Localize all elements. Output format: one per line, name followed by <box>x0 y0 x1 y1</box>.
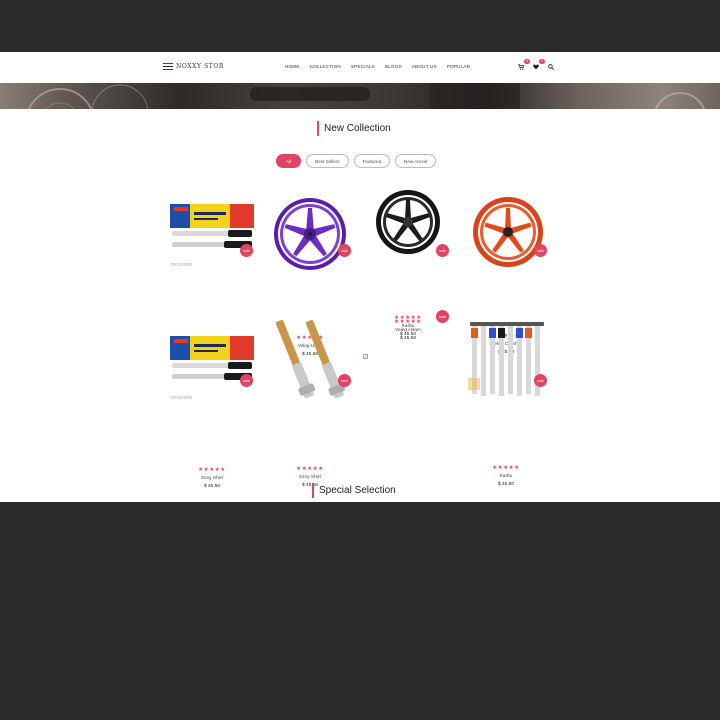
main-menu: HOME COLLECTION SPECIALS BLOGS ABOUT US … <box>285 64 470 69</box>
hero-banner <box>0 83 720 109</box>
collection-filter-tabs: All Best Sellers Featured New Arrival <box>276 154 437 168</box>
flag-stripe <box>163 68 173 71</box>
product-image-black-wheel <box>376 190 440 254</box>
filter-featured[interactable]: Featured <box>353 154 391 168</box>
product-name[interactable]: Karbu <box>360 324 456 330</box>
product-image-front-fork-box: monotaro <box>170 204 254 268</box>
thailand-flag-icon <box>163 63 173 71</box>
heading-accent-bar <box>312 483 314 498</box>
sale-badge: sale <box>240 244 253 257</box>
product-image-orange-wheel <box>473 197 543 267</box>
nav-home[interactable]: HOME <box>285 64 300 69</box>
product-image-gold-fork-pair <box>275 320 346 399</box>
rating-stars: ★★★★★ <box>492 465 520 471</box>
search-icon <box>548 63 554 70</box>
page-content: NOXXY STOR HOME COLLECTION SPECIALS BLOG… <box>0 52 720 502</box>
new-collection-heading: New Collection <box>317 121 391 136</box>
product-price: $ 45.50 <box>203 484 220 489</box>
brand-name: NOXXY STOR <box>176 63 225 70</box>
sale-badge: sale <box>240 374 253 387</box>
cart-count-badge: 0 <box>524 59 530 64</box>
heading-accent-bar <box>317 121 319 136</box>
rating-stars: ★★★★★ <box>296 466 324 472</box>
sale-badge: sale <box>534 374 547 387</box>
new-collection-title: New Collection <box>324 123 391 134</box>
special-selection-heading: Special Selection <box>312 483 396 498</box>
nav-popular[interactable]: POPULAR <box>447 64 470 69</box>
search-button[interactable] <box>547 62 555 71</box>
monotaro-watermark: monotaro <box>171 262 192 268</box>
product-name[interactable]: Grey Shirt <box>164 476 260 482</box>
product-meta: ★★★★★ Grey Shirt $ 45.50 <box>164 467 260 490</box>
sale-badge: sale <box>338 374 351 387</box>
product-price: $ 45.50 <box>399 332 416 337</box>
sale-badge: sale <box>436 244 449 257</box>
product-image-purple-wheel <box>274 198 346 270</box>
nav-collection[interactable]: COLLECTION <box>310 64 341 69</box>
nav-blogs[interactable]: BLOGS <box>385 64 402 69</box>
cart-button[interactable]: 0 <box>517 59 530 71</box>
top-navbar: NOXXY STOR HOME COLLECTION SPECIALS BLOG… <box>0 52 720 83</box>
filter-new-arrival[interactable]: New Arrival <box>395 154 437 168</box>
product-meta: ★★★★★ Karbu $ 45.50 <box>360 315 456 338</box>
monotaro-watermark: monotaro <box>171 395 192 401</box>
hero-motorcycle-image <box>27 83 706 109</box>
nav-specials[interactable]: SPECIALS <box>351 64 375 69</box>
product-meta: ★★★★★ Karbu $ 45.50 <box>458 465 554 488</box>
product-image-front-fork-box: monotaro <box>170 336 254 401</box>
wishlist-button[interactable]: 0 <box>532 59 545 71</box>
special-selection-title: Special Selection <box>319 485 396 496</box>
product-image-fork-set-lineup <box>468 322 544 396</box>
product-name[interactable]: Karbu <box>458 474 554 480</box>
filter-best-sellers[interactable]: Best Sellers <box>306 154 349 168</box>
sale-badge: sale <box>534 244 547 257</box>
rating-stars: ★★★★★ <box>198 467 226 473</box>
product-name[interactable]: Grey Shirt <box>262 475 358 481</box>
broken-image-icon <box>363 354 368 359</box>
cart-icon <box>518 63 524 70</box>
header-icons: 0 0 <box>517 59 555 71</box>
rating-stars: ★★★★★ <box>394 315 422 321</box>
product-price: $ 45.50 <box>497 482 514 487</box>
filter-all[interactable]: All <box>276 154 302 168</box>
heart-icon <box>533 64 539 69</box>
nav-about-us[interactable]: ABOUT US <box>412 64 437 69</box>
sale-badge: sale <box>338 244 351 257</box>
brand-logo[interactable]: NOXXY STOR <box>163 63 225 71</box>
wishlist-count-badge: 0 <box>539 59 545 64</box>
